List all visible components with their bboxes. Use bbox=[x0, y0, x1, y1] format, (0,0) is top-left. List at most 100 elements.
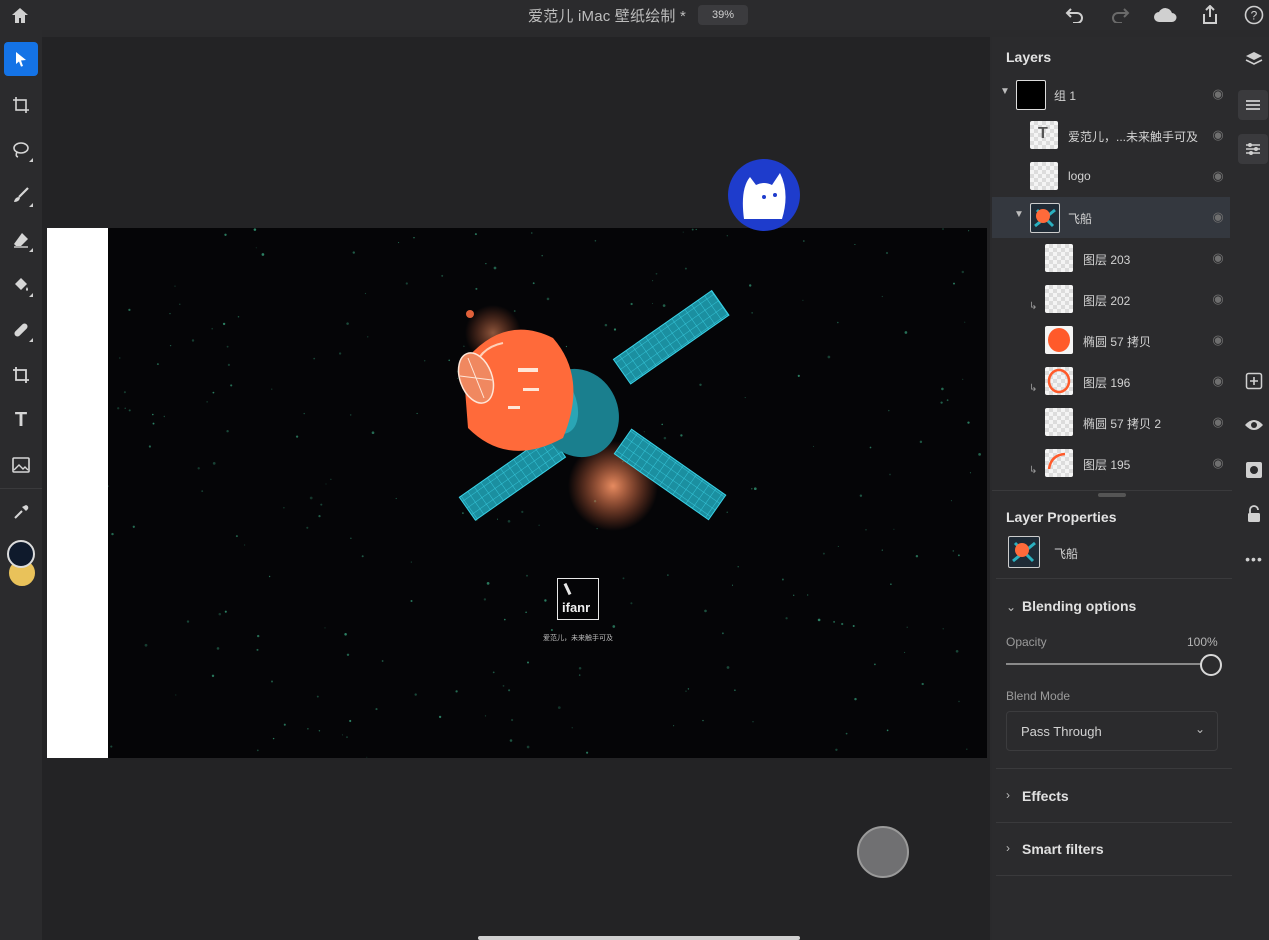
layer-row[interactable]: 图层 203 ◉ bbox=[992, 238, 1230, 279]
text-layer-icon: T bbox=[1038, 125, 1048, 142]
chevron-down-icon[interactable]: ⌄ bbox=[1006, 600, 1016, 614]
add-layer-icon[interactable] bbox=[1241, 368, 1267, 394]
redo-icon[interactable] bbox=[1108, 3, 1132, 27]
fill-tool[interactable] bbox=[4, 268, 38, 302]
star-dot bbox=[108, 485, 110, 488]
eye-icon[interactable]: ◉ bbox=[1210, 373, 1226, 389]
star-dot bbox=[484, 715, 487, 717]
star-dot bbox=[346, 736, 348, 738]
layer-row[interactable]: 椭圆 57 拷贝 ◉ bbox=[992, 320, 1230, 361]
opacity-slider-handle[interactable] bbox=[1200, 654, 1222, 676]
star-dot bbox=[313, 357, 316, 360]
star-dot bbox=[303, 412, 305, 415]
eraser-tool[interactable] bbox=[4, 223, 38, 257]
star-dot bbox=[673, 725, 675, 727]
star-dot bbox=[410, 600, 413, 602]
layer-row[interactable]: ↳ 图层 196 ◉ bbox=[992, 361, 1230, 402]
lasso-tool[interactable] bbox=[4, 133, 38, 167]
star-dot bbox=[565, 345, 567, 348]
blending-options-header[interactable]: Blending options bbox=[1022, 598, 1136, 614]
star-dot bbox=[942, 628, 944, 630]
star-dot bbox=[702, 719, 704, 722]
star-dot bbox=[309, 496, 313, 500]
visibility-icon[interactable] bbox=[1241, 412, 1267, 438]
cloud-icon[interactable] bbox=[1152, 3, 1178, 27]
layer-row[interactable]: 椭圆 57 拷贝 2 ◉ bbox=[992, 402, 1230, 443]
star-dot bbox=[663, 436, 667, 440]
eye-icon[interactable]: ◉ bbox=[1210, 332, 1226, 348]
artboard[interactable]: ifanr 爱范儿，未来触手可及 bbox=[108, 228, 987, 758]
blend-mode-dropdown[interactable]: Pass Through ⌄ bbox=[1006, 711, 1218, 751]
eye-icon[interactable]: ◉ bbox=[1210, 127, 1226, 143]
panel-divider bbox=[996, 875, 1232, 876]
chevron-right-icon[interactable]: › bbox=[1006, 788, 1010, 802]
star-dot bbox=[367, 336, 369, 338]
lock-icon[interactable] bbox=[1241, 501, 1267, 527]
smart-filters-header[interactable]: Smart filters bbox=[1022, 841, 1104, 857]
layer-row-spaceship[interactable]: ▼ 飞船 ◉ bbox=[992, 197, 1230, 238]
layer-stack-icon[interactable] bbox=[1238, 90, 1268, 120]
opacity-slider-track[interactable] bbox=[1006, 663, 1210, 665]
star-dot bbox=[496, 518, 499, 520]
layer-row-group1[interactable]: ▼ 组 1 ◉ bbox=[992, 74, 1230, 115]
layer-thumbnail bbox=[1045, 367, 1073, 395]
star-dot bbox=[726, 235, 728, 237]
star-dot bbox=[341, 734, 343, 736]
panel-resize-handle[interactable] bbox=[1098, 493, 1126, 497]
eye-icon[interactable]: ◉ bbox=[1210, 86, 1226, 102]
touch-shortcut-button[interactable] bbox=[857, 826, 909, 878]
collapse-arrow-icon[interactable]: ▼ bbox=[1000, 86, 1010, 97]
star-dot bbox=[169, 313, 171, 315]
effects-header[interactable]: Effects bbox=[1022, 788, 1069, 804]
undo-icon[interactable] bbox=[1063, 3, 1087, 27]
layers-title: Layers bbox=[1006, 49, 1052, 65]
eye-icon[interactable]: ◉ bbox=[1210, 250, 1226, 266]
star-dot bbox=[852, 624, 855, 628]
type-tool[interactable]: T bbox=[4, 403, 38, 437]
share-icon[interactable] bbox=[1198, 3, 1222, 27]
image-tool[interactable] bbox=[4, 448, 38, 482]
more-icon[interactable]: ••• bbox=[1241, 546, 1267, 572]
chevron-right-icon[interactable]: › bbox=[1006, 841, 1010, 855]
star-dot bbox=[395, 497, 397, 500]
star-dot bbox=[915, 554, 919, 558]
adjustments-icon[interactable] bbox=[1238, 134, 1268, 164]
eye-icon[interactable]: ◉ bbox=[1210, 209, 1226, 225]
eye-icon[interactable]: ◉ bbox=[1210, 291, 1226, 307]
star-dot bbox=[946, 399, 949, 402]
user-avatar[interactable] bbox=[728, 159, 800, 231]
star-dot bbox=[212, 462, 216, 465]
opacity-value: 100% bbox=[1187, 635, 1218, 649]
home-icon[interactable] bbox=[8, 3, 32, 27]
star-dot bbox=[978, 453, 981, 456]
foreground-color-swatch[interactable] bbox=[7, 540, 35, 568]
star-dot bbox=[967, 421, 970, 424]
layers-icon[interactable] bbox=[1241, 46, 1267, 72]
star-dot bbox=[874, 663, 876, 666]
star-dot bbox=[691, 228, 694, 231]
mask-icon[interactable] bbox=[1241, 457, 1267, 483]
star-dot bbox=[212, 391, 215, 394]
layer-row[interactable]: ↳ 图层 195 ◉ bbox=[992, 443, 1230, 484]
help-icon[interactable]: ? bbox=[1242, 3, 1266, 27]
star-dot bbox=[413, 236, 415, 239]
layer-row-text[interactable]: T 爱范儿，...未来触手可及 ◉ bbox=[992, 115, 1230, 156]
eye-icon[interactable]: ◉ bbox=[1210, 414, 1226, 430]
star-dot bbox=[513, 310, 516, 312]
star-dot bbox=[483, 598, 487, 601]
crop-tool[interactable] bbox=[4, 358, 38, 392]
brush-tool[interactable] bbox=[4, 178, 38, 212]
healing-tool[interactable] bbox=[4, 313, 38, 347]
collapse-arrow-icon[interactable]: ▼ bbox=[1014, 209, 1024, 220]
zoom-level[interactable]: 39% bbox=[698, 5, 748, 25]
eye-icon[interactable]: ◉ bbox=[1210, 168, 1226, 184]
transform-tool[interactable] bbox=[4, 88, 38, 122]
layer-thumbnail bbox=[1030, 162, 1058, 190]
select-tool[interactable] bbox=[4, 42, 38, 76]
layer-name: 图层 203 bbox=[1083, 253, 1131, 267]
star-dot bbox=[521, 510, 524, 514]
layer-row-logo[interactable]: logo ◉ bbox=[992, 156, 1230, 197]
eye-icon[interactable]: ◉ bbox=[1210, 455, 1226, 471]
eyedropper-tool[interactable] bbox=[4, 495, 38, 529]
layer-row[interactable]: ↳ 图层 202 ◉ bbox=[992, 279, 1230, 320]
